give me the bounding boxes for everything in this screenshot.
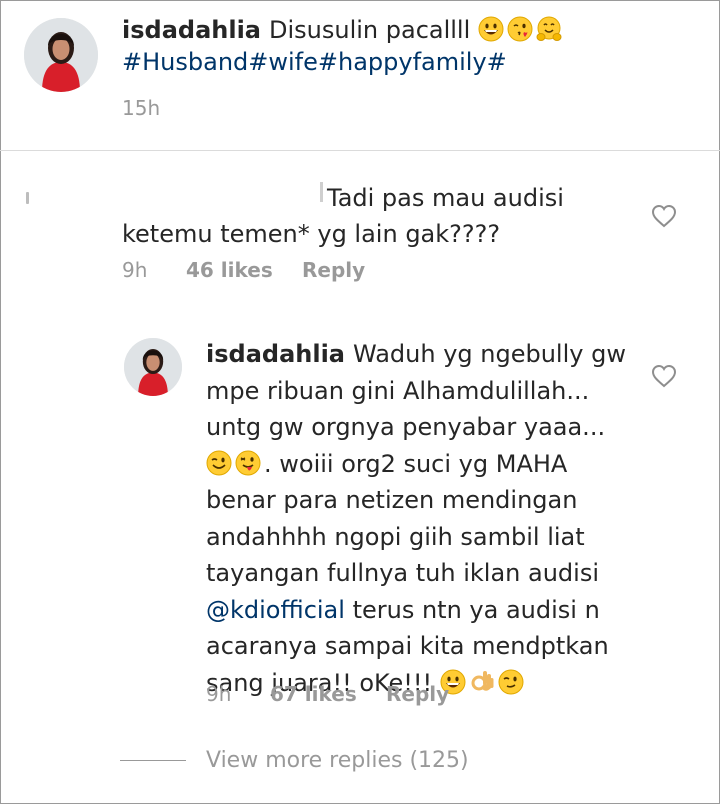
reply-text: isdadahlia Waduh yg ngebully gw mpe ribua… (206, 336, 626, 701)
view-more-label[interactable]: View more replies (125) (206, 748, 469, 773)
avatar-image (124, 338, 182, 396)
reply-reply-button[interactable]: Reply (386, 682, 449, 706)
ok-hand-icon (471, 670, 494, 691)
avatar[interactable] (24, 18, 98, 92)
comment-timestamp: 9h (122, 258, 148, 282)
post-header: isdadahlia Disusulin pacallll #Husband#wi… (0, 0, 720, 150)
reply-timestamp: 9h (206, 682, 232, 706)
caption-text: Disusulin pacallll (269, 16, 471, 44)
grinning-face-icon (478, 16, 504, 42)
reply-text-part2: . woiii org2 suci yg MAHA benar para net… (206, 449, 599, 588)
winking-face-with-tongue-icon (235, 450, 261, 475)
reply-likes[interactable]: 67 likes (270, 682, 386, 706)
view-more-replies-button[interactable]: View more replies (125) (120, 748, 469, 773)
view-more-line (120, 760, 186, 761)
post-timestamp: 15h (122, 96, 161, 120)
comment-text: Tadi pas mau audisi ketemu temen* yg lai… (122, 180, 642, 252)
like-heart-icon[interactable] (651, 364, 677, 388)
post-caption: isdadahlia Disusulin pacallll #Husband#wi… (122, 14, 692, 78)
avatar-image (24, 18, 98, 92)
redacted-avatar (26, 192, 29, 204)
mention-link[interactable]: @kdiofficial (206, 596, 345, 624)
comment-meta: 9h 46 likes Reply (122, 258, 365, 282)
reply: isdadahlia Waduh yg ngebully gw mpe ribua… (0, 330, 720, 730)
section-divider (0, 150, 720, 151)
comment: Tadi pas mau audisi ketemu temen* yg lai… (0, 160, 720, 300)
comment-text-line2: ketemu temen* yg lain gak???? (122, 220, 501, 248)
post-hashtags[interactable]: #Husband#wife#happyfamily# (122, 46, 692, 78)
winking-face-icon (498, 669, 524, 694)
comment-text-line1: Tadi pas mau audisi (327, 184, 564, 212)
face-blowing-kiss-icon (507, 16, 533, 42)
comment-likes[interactable]: 46 likes (186, 258, 302, 282)
reply-meta: 9h 67 likes Reply (206, 682, 449, 706)
like-heart-icon[interactable] (651, 204, 677, 228)
reply-avatar[interactable] (124, 338, 182, 396)
post-username[interactable]: isdadahlia (122, 16, 261, 44)
comment-reply-button[interactable]: Reply (302, 258, 365, 282)
winking-face-icon (206, 450, 232, 475)
hugging-face-icon (536, 16, 562, 41)
reply-username[interactable]: isdadahlia (206, 340, 345, 368)
